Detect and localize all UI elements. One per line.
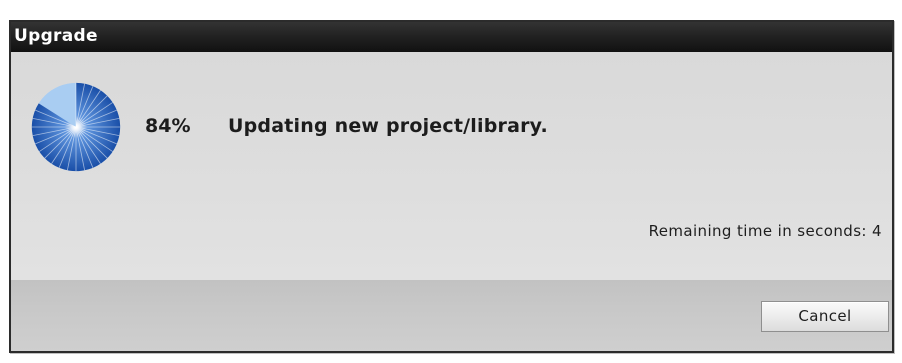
dialog-body: 84% Updating new project/library. Remain… xyxy=(11,52,892,280)
dialog-footer: Cancel xyxy=(11,280,892,351)
dialog-titlebar[interactable]: Upgrade xyxy=(11,22,892,52)
progress-percent: 84% xyxy=(145,115,191,137)
progress-pie-icon xyxy=(31,82,121,172)
remaining-time-text: Remaining time in seconds: 4 xyxy=(648,222,882,240)
progress-status-text: Updating new project/library. xyxy=(228,115,548,137)
dialog-title: Upgrade xyxy=(14,26,98,46)
cancel-button[interactable]: Cancel xyxy=(761,301,889,332)
upgrade-dialog: Upgrade 84% Updating new project/library… xyxy=(9,20,894,353)
